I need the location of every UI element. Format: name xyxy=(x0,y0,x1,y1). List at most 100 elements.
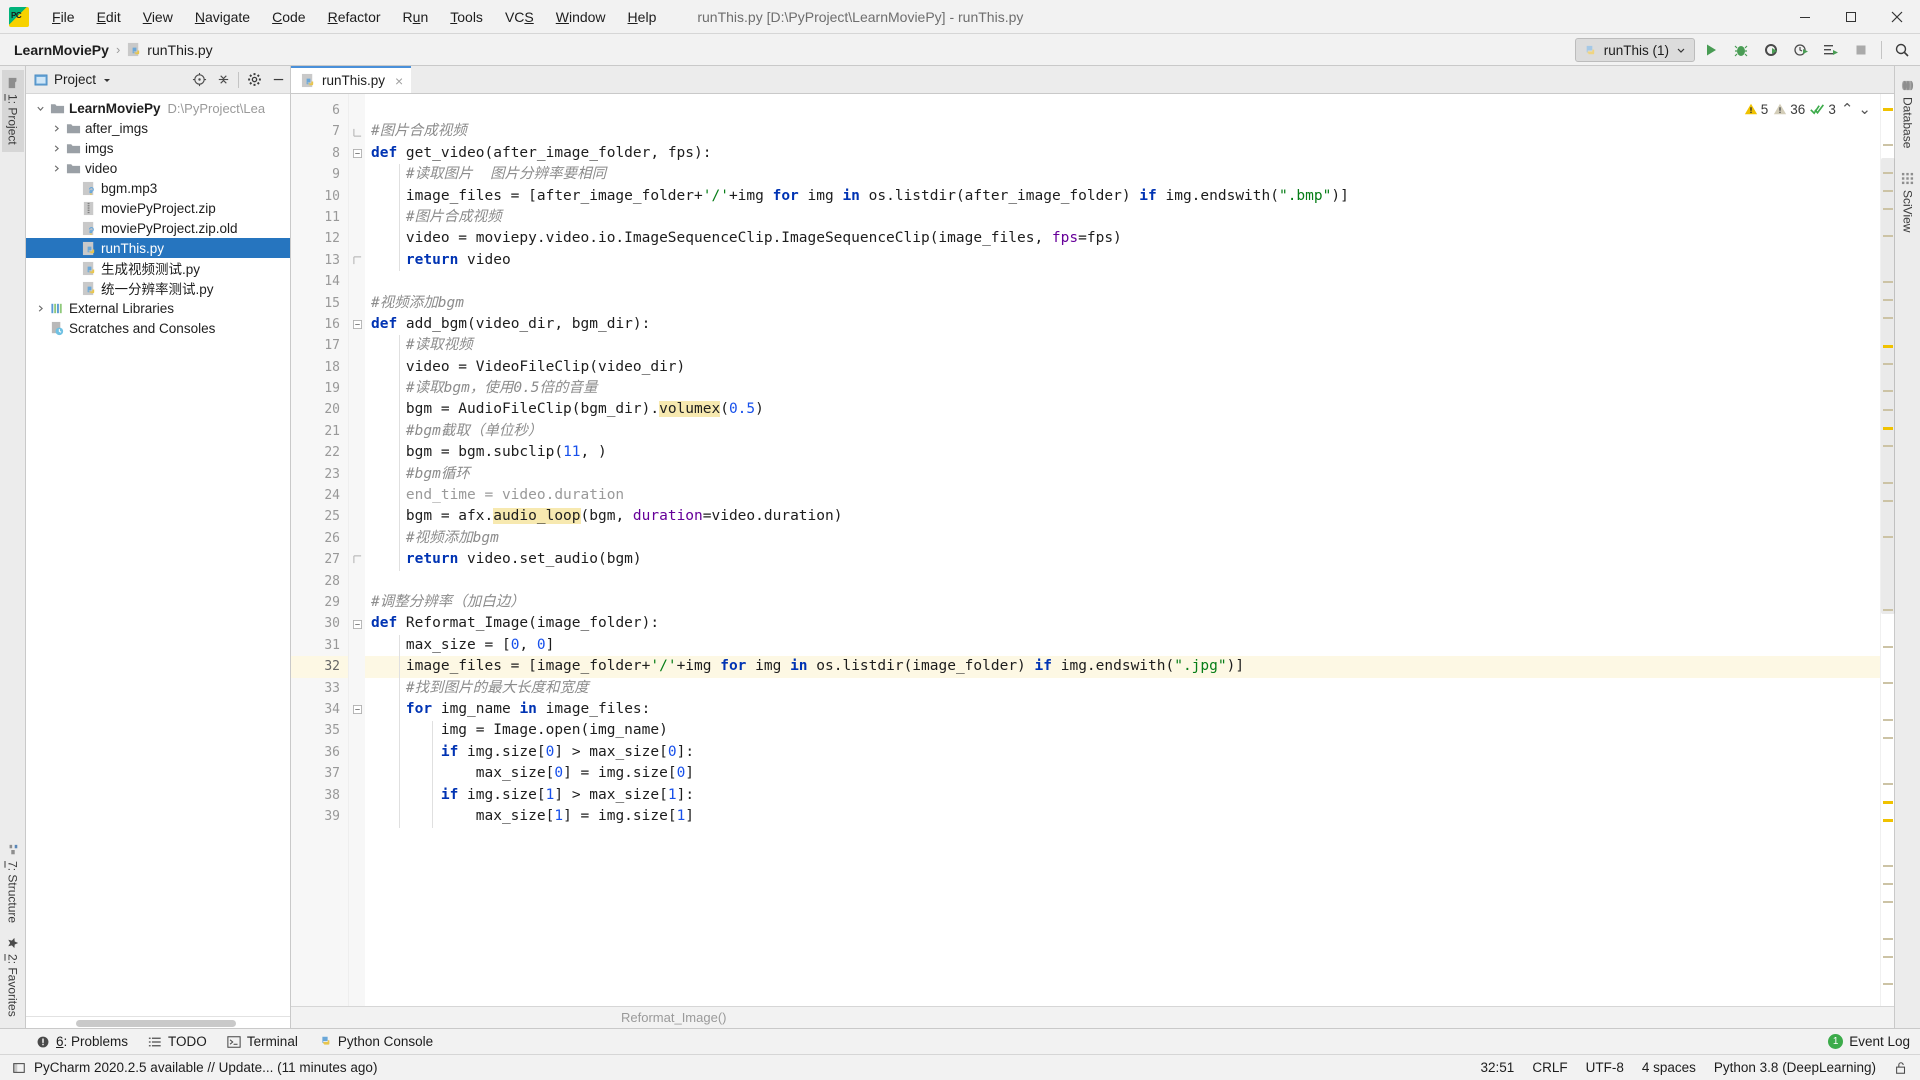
code-line-32[interactable]: image_files = [image_folder+'/'+img for … xyxy=(365,656,1880,678)
code-line-13[interactable]: return video xyxy=(365,250,1880,271)
line-number-14[interactable]: 14 xyxy=(291,271,348,292)
line-number-19[interactable]: 19 xyxy=(291,378,348,399)
stripe-marker-20[interactable] xyxy=(1883,682,1893,685)
line-number-18[interactable]: 18 xyxy=(291,357,348,378)
code-line-27[interactable]: return video.set_audio(bgm) xyxy=(365,549,1880,570)
stripe-marker-21[interactable] xyxy=(1883,718,1893,721)
fold-marker-13[interactable] xyxy=(349,250,365,271)
run-button[interactable] xyxy=(1697,37,1725,63)
code-line-14[interactable] xyxy=(365,271,1880,292)
project-horizontal-scrollbar[interactable] xyxy=(26,1016,290,1028)
file-encoding[interactable]: UTF-8 xyxy=(1586,1060,1624,1075)
scrollbar-thumb[interactable] xyxy=(1881,157,1895,614)
tree-item-0[interactable]: LearnMoviePy D:\PyProject\Lea xyxy=(26,98,290,118)
code-line-7[interactable]: #图片合成视频 xyxy=(365,121,1880,142)
code-line-16[interactable]: def add_bgm(video_dir, bgm_dir): xyxy=(365,314,1880,335)
fold-marker-27[interactable] xyxy=(349,549,365,570)
code-line-35[interactable]: img = Image.open(img_name) xyxy=(365,720,1880,741)
code-line-15[interactable]: #视频添加bgm xyxy=(365,293,1880,314)
code-line-24[interactable]: end_time = video.duration xyxy=(365,485,1880,506)
menu-item-help[interactable]: Help xyxy=(617,5,668,29)
code-line-20[interactable]: bgm = AudioFileClip(bgm_dir).volumex(0.5… xyxy=(365,399,1880,420)
line-number-8[interactable]: 8 xyxy=(291,143,348,164)
fold-marker-30[interactable] xyxy=(349,613,365,634)
code-line-23[interactable]: #bgm循环 xyxy=(365,464,1880,485)
line-number-17[interactable]: 17 xyxy=(291,335,348,356)
debug-button[interactable] xyxy=(1727,37,1755,63)
status-message-group[interactable]: PyCharm 2020.2.5 available // Update... … xyxy=(0,1060,377,1075)
menu-item-edit[interactable]: Edit xyxy=(86,5,132,29)
stripe-marker-22[interactable] xyxy=(1883,736,1893,739)
code-line-17[interactable]: #读取视频 xyxy=(365,335,1880,356)
line-number-30[interactable]: 30 xyxy=(291,613,348,634)
python-interpreter[interactable]: Python 3.8 (DeepLearning) xyxy=(1714,1060,1876,1075)
stripe-marker-3[interactable] xyxy=(1883,189,1893,192)
code-line-37[interactable]: max_size[0] = img.size[0] xyxy=(365,763,1880,784)
tree-item-11[interactable]: Scratches and Consoles xyxy=(26,318,290,338)
code-line-8[interactable]: def get_video(after_image_folder, fps): xyxy=(365,143,1880,164)
line-number-39[interactable]: 39 xyxy=(291,806,348,827)
inspection-widget[interactable]: 5 36 3 ⌃ ⌄ xyxy=(1740,98,1874,120)
menu-item-view[interactable]: View xyxy=(132,5,184,29)
run-configuration-selector[interactable]: runThis (1) xyxy=(1574,38,1695,62)
settings-gear-icon[interactable] xyxy=(242,68,266,92)
next-highlight-icon[interactable]: ⌄ xyxy=(1858,100,1871,118)
tree-expand-arrow[interactable] xyxy=(48,144,64,153)
code-line-25[interactable]: bgm = afx.audio_loop(bgm, duration=video… xyxy=(365,506,1880,527)
sidebar-item-favorites[interactable]: 2: Favorites xyxy=(2,930,24,1024)
profile-button[interactable] xyxy=(1787,37,1815,63)
tool-window-terminal[interactable]: Terminal xyxy=(217,1031,308,1052)
stripe-marker-14[interactable] xyxy=(1883,445,1893,448)
code-line-36[interactable]: if img.size[0] > max_size[0]: xyxy=(365,742,1880,763)
line-number-6[interactable]: 6 xyxy=(291,100,348,121)
stripe-marker-9[interactable] xyxy=(1883,344,1893,348)
stripe-marker-0[interactable] xyxy=(1883,107,1893,111)
line-separator[interactable]: CRLF xyxy=(1532,1060,1567,1075)
line-number-32[interactable]: 32 xyxy=(291,656,348,678)
tree-item-9[interactable]: 统一分辨率测试.py xyxy=(26,278,290,298)
code-content[interactable]: #图片合成视频 def get_video(after_image_folder,… xyxy=(365,94,1880,1006)
tree-item-2[interactable]: imgs xyxy=(26,138,290,158)
close-icon[interactable]: × xyxy=(395,73,403,89)
stripe-marker-1[interactable] xyxy=(1883,144,1893,147)
tool-window-pythonconsole[interactable]: Python Console xyxy=(308,1031,443,1052)
stripe-marker-16[interactable] xyxy=(1883,499,1893,502)
line-number-15[interactable]: 15 xyxy=(291,293,348,314)
tree-item-1[interactable]: after_imgs xyxy=(26,118,290,138)
code-line-26[interactable]: #视频添加bgm xyxy=(365,528,1880,549)
line-number-13[interactable]: 13 xyxy=(291,250,348,271)
unlocked-icon[interactable] xyxy=(1894,1061,1908,1075)
editor-breadcrumb[interactable]: Reformat_Image() xyxy=(291,1006,1894,1028)
line-number-38[interactable]: 38 xyxy=(291,785,348,806)
stripe-marker-17[interactable] xyxy=(1883,536,1893,539)
line-number-11[interactable]: 11 xyxy=(291,207,348,228)
line-number-29[interactable]: 29 xyxy=(291,592,348,613)
code-line-10[interactable]: image_files = [after_image_folder+'/'+im… xyxy=(365,186,1880,207)
stripe-marker-31[interactable] xyxy=(1883,983,1893,986)
menu-item-tools[interactable]: Tools xyxy=(439,5,494,29)
event-log-button[interactable]: 1 Event Log xyxy=(1828,1034,1910,1049)
menu-item-window[interactable]: Window xyxy=(545,5,617,29)
stripe-marker-8[interactable] xyxy=(1883,317,1893,320)
line-number-21[interactable]: 21 xyxy=(291,421,348,442)
code-line-22[interactable]: bgm = bgm.subclip(11, ) xyxy=(365,442,1880,463)
tree-item-6[interactable]: moviePyProject.zip.old xyxy=(26,218,290,238)
stripe-marker-13[interactable] xyxy=(1883,426,1893,430)
line-number-7[interactable]: 7 xyxy=(291,121,348,142)
tool-window-todo[interactable]: TODO xyxy=(138,1031,217,1052)
stripe-marker-18[interactable] xyxy=(1883,609,1893,612)
code-line-33[interactable]: #找到图片的最大长度和宽度 xyxy=(365,678,1880,699)
project-tree[interactable]: LearnMoviePy D:\PyProject\Lea after_imgs im… xyxy=(26,94,290,1016)
stripe-marker-19[interactable] xyxy=(1883,645,1893,648)
menu-item-vcs[interactable]: VCS xyxy=(494,5,545,29)
line-number-24[interactable]: 24 xyxy=(291,485,348,506)
line-number-33[interactable]: 33 xyxy=(291,678,348,699)
breadcrumb-file[interactable]: runThis.py xyxy=(127,42,213,58)
line-number-28[interactable]: 28 xyxy=(291,571,348,592)
search-everywhere-icon[interactable] xyxy=(1888,37,1916,63)
code-line-34[interactable]: for img_name in image_files: xyxy=(365,699,1880,720)
stripe-marker-11[interactable] xyxy=(1883,390,1893,393)
code-line-31[interactable]: max_size = [0, 0] xyxy=(365,635,1880,656)
prev-highlight-icon[interactable]: ⌃ xyxy=(1841,100,1854,118)
line-number-20[interactable]: 20 xyxy=(291,399,348,420)
